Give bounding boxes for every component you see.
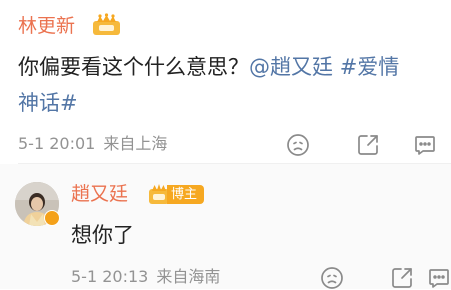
comment-meta: 5-1 20:01 来自上海 bbox=[18, 133, 167, 155]
comment-source: 来自上海 bbox=[103, 134, 168, 153]
reply-source: 来自海南 bbox=[156, 267, 221, 286]
comment-topic-link[interactable]: #爱情 bbox=[340, 55, 400, 79]
reply-author-name[interactable]: 趙又廷 bbox=[71, 182, 128, 206]
reply-container bbox=[0, 164, 451, 289]
reply-icon[interactable] bbox=[413, 133, 437, 157]
reply-icon[interactable] bbox=[427, 266, 451, 290]
comment-mention-link[interactable]: @趙又廷 bbox=[249, 55, 333, 79]
verified-icon bbox=[44, 210, 60, 226]
report-icon[interactable] bbox=[320, 266, 344, 290]
reply-date: 5-1 20:13 bbox=[71, 267, 149, 286]
report-icon[interactable] bbox=[286, 133, 310, 157]
repost-icon[interactable] bbox=[390, 266, 414, 290]
comment-text: 你偏要看这个什么意思？@趙又廷 #爱情 bbox=[18, 52, 451, 84]
repost-icon[interactable] bbox=[356, 133, 380, 157]
comment-text-body: 你偏要看这个什么意思？ bbox=[18, 55, 249, 79]
comment-topic-link-continued[interactable]: 神话# bbox=[18, 88, 78, 118]
reply-meta: 5-1 20:13 来自海南 bbox=[71, 266, 220, 288]
comment-author-name[interactable]: 林更新 bbox=[18, 14, 75, 38]
reply-text: 想你了 bbox=[71, 223, 134, 247]
blogger-badge[interactable]: 博主 bbox=[167, 185, 205, 204]
fan-badge-icon[interactable] bbox=[91, 12, 122, 38]
comment-date: 5-1 20:01 bbox=[18, 134, 96, 153]
